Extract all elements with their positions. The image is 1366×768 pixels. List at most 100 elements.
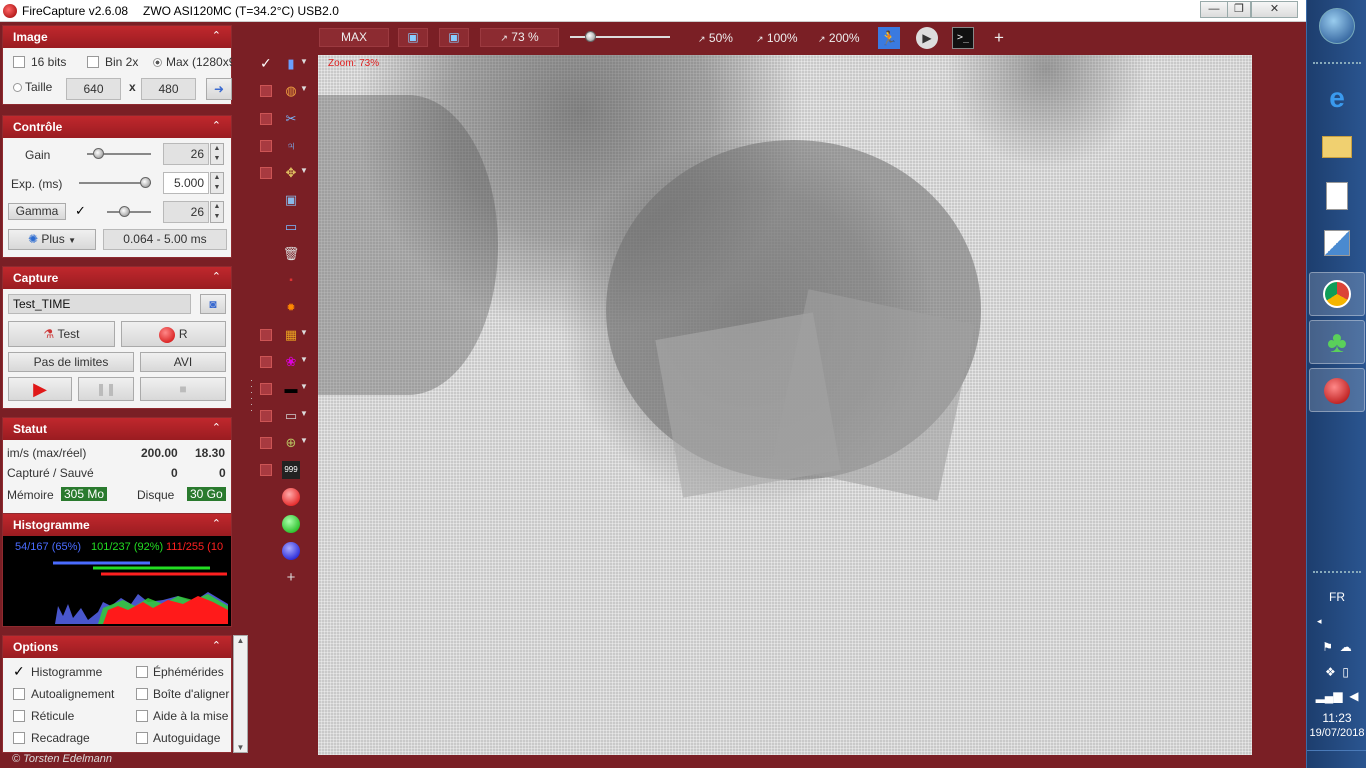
max-button[interactable]: MAX [319,28,389,47]
opt-autoalign-checkbox[interactable] [13,688,25,700]
tool-red-channel[interactable] [258,487,308,507]
taskbar-clover[interactable]: ♣ [1309,320,1365,364]
collapse-icon[interactable]: ⌃ [212,517,221,530]
minimize-button[interactable]: — [1200,1,1228,18]
zoom-slider-knob[interactable] [585,31,596,42]
tool-checkbox[interactable] [260,383,272,395]
timer-button[interactable]: ▶ [916,27,938,49]
bits-checkbox[interactable] [13,56,25,68]
profile-field[interactable]: Test_TIME [8,294,191,314]
taskbar-explorer[interactable] [1309,126,1365,170]
gamma-value[interactable]: 26 [163,201,209,223]
flag-icon[interactable]: ⚑ [1322,640,1333,654]
gamma-button[interactable]: Gamma [8,203,66,220]
tool-black[interactable]: ▬ ▼ [258,379,308,399]
language-indicator[interactable]: FR [1307,590,1366,604]
run-button[interactable]: 🏃 [878,27,900,49]
opt-autoguide-checkbox[interactable] [136,732,148,744]
taille-radio[interactable] [13,83,22,92]
tool-align[interactable]: ✥ ▼ [258,163,308,183]
gamma-spinner[interactable]: ▲ ▼ [210,201,224,223]
stop-button[interactable]: ■ [140,377,226,401]
max-radio[interactable] [153,58,162,67]
tool-add[interactable]: + [258,568,308,588]
play-button[interactable]: ▶ [8,377,72,401]
histogram-panel-header[interactable]: Histogramme ⌃ [3,514,231,536]
tool-checkbox[interactable] [260,167,272,179]
gain-value[interactable]: 26 [163,143,209,165]
tool-trash[interactable]: 🗑 [258,244,308,264]
dropbox-icon[interactable]: ❖ [1325,665,1336,679]
tool-cut[interactable]: ✂ [258,109,308,129]
zoom-100-button[interactable]: ↗ 100% [756,31,798,45]
zoom-display[interactable]: ↗ 73 % [480,28,559,47]
zoom-50-button[interactable]: ↗ 50% [698,31,733,45]
cloud-icon[interactable]: ☁ [1340,640,1352,654]
tool-checkbox[interactable] [260,410,272,422]
collapse-icon[interactable]: ⌃ [212,421,221,434]
tool-counter[interactable]: 999 [258,460,308,480]
image-panel-header[interactable]: Image ⌃ [3,26,231,48]
exp-spinner[interactable]: ▲ ▼ [210,172,224,194]
tool-reticle[interactable]: ⊕ ▼ [258,433,308,453]
volume-icon[interactable]: ◀ [1349,689,1358,703]
options-panel-header[interactable]: Options ⌃ [3,636,231,658]
plus-dropdown[interactable]: ✺ Plus ▼ [8,229,96,250]
statut-panel-header[interactable]: Statut ⌃ [3,418,231,440]
restore-button[interactable]: ❐ [1227,1,1251,18]
taskbar-document[interactable] [1309,174,1365,218]
controle-panel-header[interactable]: Contrôle ⌃ [3,116,231,138]
opt-focus-checkbox[interactable] [136,710,148,722]
tool-darkframe[interactable]: ▪ [258,271,308,291]
show-desktop-button[interactable] [1307,750,1366,768]
apply-size-button[interactable]: ➜ [206,78,232,100]
camera-settings-button[interactable]: ◙ [200,294,226,314]
collapse-icon[interactable]: ⌃ [212,639,221,652]
limit-button[interactable]: Pas de limites [8,352,134,372]
tray-expand-icon[interactable]: ◂ [1307,616,1366,627]
tool-checkbox[interactable] [260,113,272,125]
add-toolbar-button[interactable]: + [994,28,1004,48]
tool-flatframe[interactable]: ✹ [258,298,308,318]
opt-crop-checkbox[interactable] [13,732,25,744]
tool-rgb[interactable]: ❀ ▼ [258,352,308,372]
opt-ephemerides-checkbox[interactable] [136,666,148,678]
collapse-icon[interactable]: ⌃ [212,29,221,42]
gain-spinner[interactable]: ▲ ▼ [210,143,224,165]
console-button[interactable]: >_ [952,27,974,49]
width-input[interactable]: 640 [66,78,121,100]
test-button[interactable]: ⚗ Test [8,321,115,347]
zoom-200-button[interactable]: ↗ 200% [818,31,860,45]
fullscreen-button[interactable]: ▣ [439,28,469,47]
pause-button[interactable]: ❚❚ [78,377,134,401]
signal-icon[interactable]: ▂▄▆ [1316,689,1343,703]
format-button[interactable]: AVI [140,352,226,372]
usb-icon[interactable]: ▯ [1342,665,1349,679]
clock-time[interactable]: 11:23 [1307,711,1366,725]
fit-window-button[interactable]: ▣ [398,28,428,47]
tool-checkbox[interactable] [260,356,272,368]
camera-preview[interactable]: Zoom: 73% [318,55,1252,755]
tool-checkbox[interactable] [260,85,272,97]
exp-value[interactable]: 5.000 [163,172,209,194]
clock-date[interactable]: 19/07/2018 [1307,727,1366,739]
tool-checkbox[interactable] [260,329,272,341]
capture-panel-header[interactable]: Capture ⌃ [3,267,231,289]
tool-save-image[interactable]: ▣ [258,190,308,210]
collapse-icon[interactable]: ⌃ [212,119,221,132]
tool-jupiter[interactable]: ♃ [258,136,308,156]
tool-planet[interactable]: ◍ ▼ [258,81,308,101]
gamma-slider-knob[interactable] [118,206,130,217]
collapse-icon[interactable]: ⌃ [212,270,221,283]
options-scrollbar[interactable]: ▲ ▼ [233,635,248,753]
start-button[interactable] [1309,4,1365,48]
gamma-checkbox[interactable]: ✓ [75,204,87,217]
tool-blue-channel[interactable] [258,541,308,561]
record-button[interactable]: R [121,321,226,347]
taskbar-firecapture[interactable] [1309,368,1365,412]
taskbar-paint[interactable] [1309,222,1365,266]
tool-open-folder[interactable]: ▭ [258,217,308,237]
tool-histogram[interactable]: ✓ ▮ ▼ [258,54,308,74]
taskbar-ie[interactable]: e [1309,76,1365,120]
bin-checkbox[interactable] [87,56,99,68]
